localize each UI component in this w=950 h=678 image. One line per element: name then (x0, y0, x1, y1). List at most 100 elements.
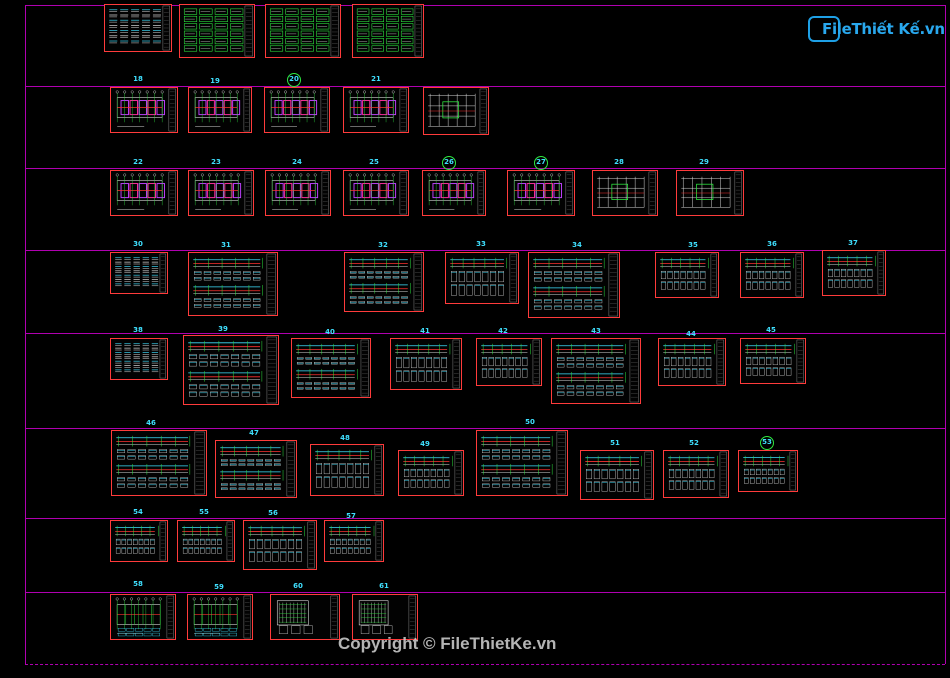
revision-circle-mark (760, 436, 774, 450)
drawing-sheet[interactable] (676, 170, 744, 216)
drawing-sheet[interactable] (110, 338, 168, 380)
bottom-dashed-line (25, 664, 945, 665)
drawing-sheet[interactable] (343, 87, 409, 133)
sheet-number: 46 (146, 419, 156, 427)
frame-row-divider (25, 250, 945, 251)
drawing-sheet[interactable] (655, 252, 719, 298)
sheet-drawing (743, 451, 796, 491)
frame-border (945, 5, 946, 664)
drawing-sheet[interactable] (183, 335, 279, 405)
drawing-sheet[interactable] (507, 170, 575, 216)
drawing-sheet[interactable] (528, 252, 620, 318)
sheet-number: 36 (767, 240, 777, 248)
drawing-sheet[interactable] (187, 594, 253, 640)
drawing-sheet[interactable] (110, 594, 176, 640)
sheet-number: 18 (133, 75, 143, 83)
drawing-sheet[interactable] (422, 170, 486, 216)
drawing-sheet[interactable] (270, 594, 340, 640)
drawing-sheet[interactable] (177, 520, 235, 562)
sheet-number: 45 (766, 326, 776, 334)
drawing-sheet[interactable] (580, 450, 654, 500)
revision-circle-mark (442, 156, 456, 170)
drawing-sheet[interactable] (476, 338, 542, 386)
sheet-number: 24 (292, 158, 302, 166)
drawing-sheet[interactable] (111, 430, 207, 496)
drawing-sheet[interactable] (476, 430, 568, 496)
logo-text: FileThiết Kế.vn (822, 20, 945, 38)
drawing-sheet[interactable] (110, 520, 168, 562)
drawing-sheet[interactable] (398, 450, 464, 496)
drawing-sheet[interactable] (310, 444, 384, 496)
sheet-drawing (512, 171, 573, 215)
sheet-drawing (585, 451, 652, 499)
drawing-sheet[interactable] (740, 252, 804, 298)
sheet-number: 60 (293, 582, 303, 590)
drawing-sheet[interactable] (740, 338, 806, 384)
sheet-drawing (193, 88, 250, 132)
sheet-number: 43 (591, 327, 601, 335)
frame-row-divider (25, 428, 945, 429)
drawing-sheet[interactable] (188, 87, 252, 133)
drawing-sheet[interactable] (104, 4, 172, 52)
drawing-sheet[interactable] (423, 87, 489, 135)
cad-model-space[interactable]: 18 19 20 21 22 23 24 25 26 27 28 29 30 31 32 33 34 35 36 37… (0, 0, 950, 678)
sheet-number: 51 (610, 439, 620, 447)
drawing-sheet[interactable] (265, 170, 331, 216)
drawing-sheet[interactable] (658, 338, 726, 386)
drawing-sheet[interactable] (343, 170, 409, 216)
drawing-sheet[interactable] (264, 87, 330, 133)
sheet-number: 28 (614, 158, 624, 166)
sheet-number: 32 (378, 241, 388, 249)
drawing-sheet[interactable] (110, 252, 168, 294)
sheet-drawing (276, 595, 338, 639)
sheet-number: 35 (688, 241, 698, 249)
drawing-sheet[interactable] (551, 338, 641, 404)
drawing-sheet[interactable] (188, 252, 278, 316)
sheet-drawing (192, 595, 251, 639)
sheet-number: 40 (325, 328, 335, 336)
sheet-number: 19 (210, 77, 220, 85)
drawing-sheet[interactable] (738, 450, 798, 492)
sheet-drawing (315, 445, 382, 495)
drawing-sheet[interactable] (352, 4, 424, 58)
sheet-drawing (597, 171, 656, 215)
sheet-drawing (428, 88, 487, 134)
sheet-drawing (533, 253, 618, 317)
sheet-drawing (115, 171, 176, 215)
drawing-sheet[interactable] (215, 440, 297, 498)
sheet-drawing (109, 5, 170, 51)
sheet-drawing (660, 253, 717, 297)
sheet-drawing (115, 595, 174, 639)
frame-row-divider (25, 518, 945, 519)
sheet-number: 29 (699, 158, 709, 166)
drawing-sheet[interactable] (110, 170, 178, 216)
drawing-sheet[interactable] (188, 170, 254, 216)
drawing-sheet[interactable] (243, 520, 317, 570)
sheet-number: 58 (133, 580, 143, 588)
sheet-drawing (220, 441, 295, 497)
sheet-drawing (395, 339, 460, 389)
drawing-sheet[interactable] (822, 250, 886, 296)
sheet-number: 30 (133, 240, 143, 248)
sheet-number: 39 (218, 325, 228, 333)
drawing-sheet[interactable] (291, 338, 371, 398)
drawing-sheet[interactable] (110, 87, 178, 133)
sheet-drawing (668, 451, 727, 497)
drawing-sheet[interactable] (324, 520, 384, 562)
sheet-drawing (827, 251, 884, 295)
drawing-sheet[interactable] (344, 252, 424, 312)
sheet-drawing (193, 171, 252, 215)
drawing-sheet[interactable] (390, 338, 462, 390)
sheet-number: 55 (199, 508, 209, 516)
drawing-sheet[interactable] (592, 170, 658, 216)
drawing-sheet[interactable] (265, 4, 341, 58)
drawing-sheet[interactable] (445, 252, 519, 304)
drawing-sheet[interactable] (663, 450, 729, 498)
sheet-drawing (115, 521, 166, 561)
sheet-drawing (296, 339, 369, 397)
sheet-drawing (358, 595, 416, 639)
drawing-sheet[interactable] (179, 4, 255, 58)
revision-circle-mark (287, 73, 301, 87)
sheet-number: 34 (572, 241, 582, 249)
sheet-number: 33 (476, 240, 486, 248)
